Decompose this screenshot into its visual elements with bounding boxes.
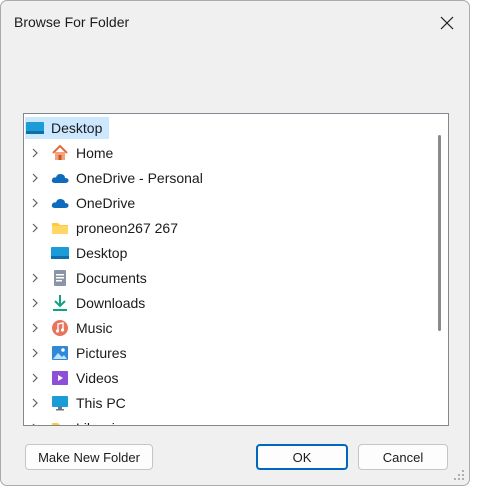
tree-item-home[interactable]: Home	[25, 142, 425, 164]
tree-item-desktop[interactable]: Desktop	[25, 242, 425, 264]
cloud-icon	[51, 198, 69, 208]
tree-item-downloads[interactable]: Downloads	[25, 292, 425, 314]
chevron-right-icon[interactable]	[30, 373, 40, 383]
tree-item-label: Desktop	[51, 120, 103, 136]
tree-item-label: OneDrive - Personal	[76, 170, 203, 186]
tree-root-desktop[interactable]: Desktop	[25, 117, 109, 139]
desktop-icon	[26, 122, 44, 134]
folder-icon	[52, 223, 68, 234]
tree-item-onedrive[interactable]: OneDrive	[25, 192, 425, 214]
chevron-right-icon[interactable]	[30, 323, 40, 333]
tree-item-label: proneon267 267	[76, 220, 178, 236]
chevron-right-icon[interactable]	[30, 348, 40, 358]
chevron-right-icon[interactable]	[30, 148, 40, 158]
resize-grip-icon[interactable]	[453, 469, 465, 481]
tree-item-music[interactable]: Music	[25, 317, 425, 339]
tree-item-this-pc[interactable]: This PC	[25, 392, 425, 414]
download-icon	[53, 295, 67, 311]
folder-icon	[52, 423, 68, 425]
chevron-right-icon[interactable]	[30, 198, 40, 208]
tree-item-label: Desktop	[76, 245, 128, 261]
chevron-right-icon[interactable]	[30, 423, 40, 426]
tree-item-label: Videos	[76, 370, 119, 386]
chevron-right-icon[interactable]	[30, 173, 40, 183]
browse-for-folder-dialog: Browse For Folder Desktop Home OneDrive -…	[0, 0, 470, 486]
videos-icon	[52, 371, 68, 385]
tree-item-label: This PC	[76, 395, 126, 411]
scrollbar-thumb[interactable]	[438, 135, 441, 331]
documents-icon	[54, 270, 66, 286]
ok-button[interactable]: OK	[256, 444, 348, 470]
tree-item-videos[interactable]: Videos	[25, 367, 425, 389]
chevron-right-icon[interactable]	[30, 298, 40, 308]
tree-item-label: Pictures	[76, 345, 127, 361]
tree-item-pictures[interactable]: Pictures	[25, 342, 425, 364]
close-button[interactable]	[429, 5, 465, 41]
tree-item-label: OneDrive	[76, 195, 136, 211]
tree-item-label: Downloads	[76, 295, 146, 311]
vertical-scrollbar[interactable]	[435, 115, 447, 424]
tree-item-label: Documents	[76, 270, 147, 286]
monitor-icon	[52, 396, 68, 411]
tree-item-onedrive-personal[interactable]: OneDrive - Personal	[25, 167, 425, 189]
cloud-icon	[51, 173, 69, 183]
tree-item-label: Music	[76, 320, 113, 336]
tree-item-label: Libraries	[76, 420, 130, 425]
chevron-right-icon[interactable]	[30, 398, 40, 408]
cancel-button[interactable]: Cancel	[358, 444, 448, 470]
folder-tree[interactable]: Desktop Home OneDrive - Personal OneDrive p…	[23, 113, 449, 426]
desktop-icon	[51, 247, 69, 259]
pictures-icon	[52, 346, 68, 360]
tree-item-proneon267-267[interactable]: proneon267 267	[25, 217, 425, 239]
home-icon	[52, 144, 68, 160]
music-icon	[52, 320, 68, 336]
tree-item-label: Home	[76, 145, 114, 161]
tree-item-libraries[interactable]: Libraries	[25, 417, 425, 426]
window-title: Browse For Folder	[14, 14, 130, 30]
chevron-right-icon[interactable]	[30, 273, 40, 283]
chevron-right-icon[interactable]	[30, 223, 40, 233]
tree-item-documents[interactable]: Documents	[25, 267, 425, 289]
make-new-folder-button[interactable]: Make New Folder	[25, 444, 153, 470]
close-icon	[440, 16, 454, 30]
title-bar[interactable]: Browse For Folder	[1, 1, 469, 45]
